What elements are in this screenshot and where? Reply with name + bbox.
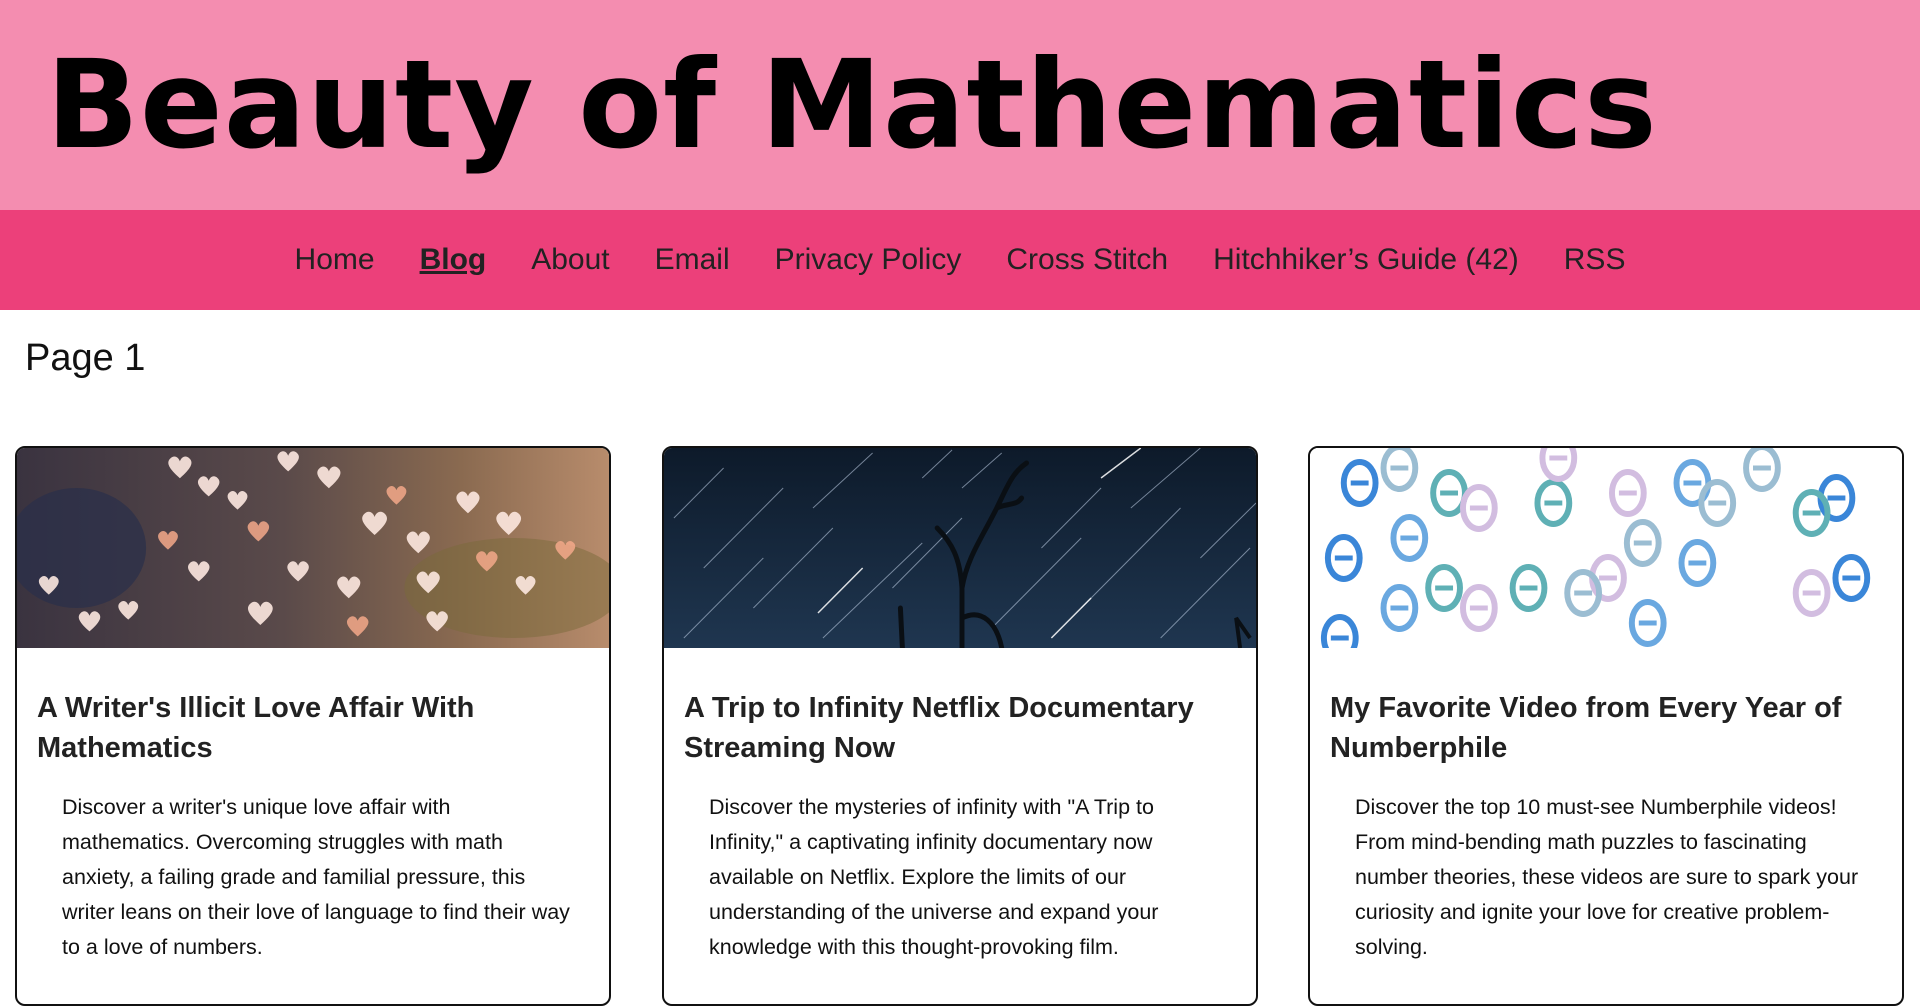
- post-title[interactable]: A Trip to Infinity Netflix Documentary S…: [684, 688, 1236, 768]
- page-heading: Page 1: [25, 337, 146, 379]
- nav-cross-stitch[interactable]: Cross Stitch: [1006, 243, 1168, 277]
- nav-home[interactable]: Home: [295, 243, 375, 277]
- nav-about[interactable]: About: [531, 243, 609, 277]
- main-nav: Home Blog About Email Privacy Policy Cro…: [0, 210, 1920, 310]
- nav-blog[interactable]: Blog: [420, 243, 487, 277]
- site-header: Beauty of Mathematics: [0, 0, 1920, 210]
- post-card[interactable]: A Writer's Illicit Love Affair With Math…: [15, 446, 611, 1006]
- post-card[interactable]: A Trip to Infinity Netflix Documentary S…: [662, 446, 1258, 1006]
- post-cards: A Writer's Illicit Love Affair With Math…: [0, 404, 1920, 1006]
- star-trails-image[interactable]: [664, 448, 1256, 648]
- bokeh-hearts-image[interactable]: [17, 448, 609, 648]
- post-title[interactable]: A Writer's Illicit Love Affair With Math…: [37, 688, 589, 768]
- post-card[interactable]: My Favorite Video from Every Year of Num…: [1308, 446, 1904, 1006]
- theta-symbols-image[interactable]: [1310, 448, 1902, 648]
- post-title[interactable]: My Favorite Video from Every Year of Num…: [1330, 688, 1882, 768]
- nav-hitchhikers-guide[interactable]: Hitchhiker’s Guide (42): [1213, 243, 1519, 277]
- site-title[interactable]: Beauty of Mathematics: [46, 44, 1658, 166]
- post-description: Discover the mysteries of infinity with …: [709, 795, 1159, 959]
- nav-privacy-policy[interactable]: Privacy Policy: [775, 243, 962, 277]
- post-description: Discover the top 10 must-see Numberphile…: [1355, 795, 1859, 959]
- nav-email[interactable]: Email: [655, 243, 730, 277]
- nav-rss[interactable]: RSS: [1564, 243, 1626, 277]
- post-description: Discover a writer's unique love affair w…: [62, 795, 570, 959]
